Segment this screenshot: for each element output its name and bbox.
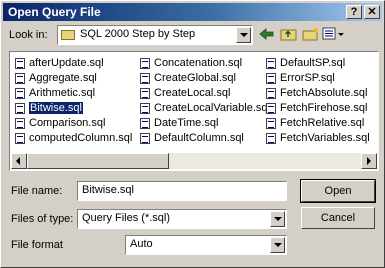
file-list[interactable]: afterUpdate.sql Aggregate.sql Arithmetic.s… xyxy=(9,51,379,171)
sql-file-icon xyxy=(140,118,150,129)
new-folder-icon[interactable] xyxy=(301,25,321,43)
up-folder-icon[interactable] xyxy=(279,25,299,43)
scroll-right-button[interactable] xyxy=(361,153,377,169)
folder-icon xyxy=(61,30,75,40)
help-icon: ? xyxy=(350,6,358,18)
file-item-label: Comparison.sql xyxy=(29,117,106,129)
sql-file-icon xyxy=(140,133,150,144)
file-item-label: Bitwise.sql xyxy=(29,102,83,114)
look-in-dropdown-button[interactable] xyxy=(236,27,251,43)
scroll-thumb[interactable] xyxy=(27,153,169,169)
files-of-type-value: Query Files (*.sql) xyxy=(82,212,171,224)
open-query-file-dialog: Open Query File ? ✕ Look in: SQL 2000 St… xyxy=(0,0,385,268)
sql-file-icon xyxy=(266,58,276,69)
sql-file-icon xyxy=(15,58,25,69)
files-of-type-combo[interactable]: Query Files (*.sql) xyxy=(77,209,287,229)
cancel-button[interactable]: Cancel xyxy=(301,207,375,229)
file-item-label: FetchAbsolute.sql xyxy=(280,87,368,99)
sql-file-icon xyxy=(266,133,276,144)
file-item[interactable]: computedColumn.sql xyxy=(13,131,132,146)
file-item-label: DefaultSP.sql xyxy=(280,57,346,69)
scroll-left-icon xyxy=(16,157,20,165)
file-name-value: Bitwise.sql xyxy=(82,184,134,196)
file-item[interactable]: DefaultColumn.sql xyxy=(138,131,270,146)
sql-file-icon xyxy=(266,103,276,114)
file-item-label: CreateLocal.sql xyxy=(154,87,231,99)
file-item-label: DefaultColumn.sql xyxy=(154,132,244,144)
file-format-value: Auto xyxy=(130,238,153,250)
look-in-label: Look in: xyxy=(9,29,48,41)
close-button[interactable]: ✕ xyxy=(364,5,380,19)
file-item-label: ErrorSP.sql xyxy=(280,72,335,84)
look-in-combo[interactable]: SQL 2000 Step by Step xyxy=(57,25,253,45)
open-button-label: Open xyxy=(324,185,352,197)
file-item[interactable]: FetchFirehose.sql xyxy=(264,101,370,116)
file-name-input[interactable]: Bitwise.sql xyxy=(77,181,287,201)
horizontal-scrollbar[interactable] xyxy=(11,153,377,169)
help-button[interactable]: ? xyxy=(346,5,362,19)
file-item[interactable]: Aggregate.sql xyxy=(13,71,132,86)
sql-file-icon xyxy=(15,133,25,144)
sql-file-icon xyxy=(266,88,276,99)
file-item-label: computedColumn.sql xyxy=(29,132,133,144)
sql-file-icon xyxy=(140,88,150,99)
cancel-button-label: Cancel xyxy=(320,212,356,224)
file-item-label: CreateGlobal.sql xyxy=(154,72,236,84)
file-item[interactable]: CreateLocalVariable.sql xyxy=(138,101,270,116)
file-item[interactable]: afterUpdate.sql xyxy=(13,56,132,71)
file-item-label: Arithmetic.sql xyxy=(29,87,96,99)
window-title: Open Query File xyxy=(8,5,101,19)
file-item[interactable]: DefaultSP.sql xyxy=(264,56,370,71)
file-item[interactable]: FetchVariables.sql xyxy=(264,131,370,146)
back-arrow-icon[interactable] xyxy=(257,25,277,43)
file-item-label: Aggregate.sql xyxy=(29,72,97,84)
file-item[interactable]: Bitwise.sql xyxy=(13,101,132,116)
sql-file-icon xyxy=(15,118,25,129)
sql-file-icon xyxy=(15,103,25,114)
file-item[interactable]: DateTime.sql xyxy=(138,116,270,131)
sql-file-icon xyxy=(140,73,150,84)
files-of-type-dropdown-button[interactable] xyxy=(270,211,285,227)
file-column-1: afterUpdate.sql Aggregate.sql Arithmetic.s… xyxy=(13,56,132,146)
file-name-label: File name: xyxy=(11,185,63,197)
file-item[interactable]: FetchAbsolute.sql xyxy=(264,86,370,101)
file-column-2: Concatenation.sql CreateGlobal.sql CreateL… xyxy=(138,56,270,146)
sql-file-icon xyxy=(15,88,25,99)
file-item[interactable]: CreateLocal.sql xyxy=(138,86,270,101)
file-item[interactable]: Comparison.sql xyxy=(13,116,132,131)
file-item[interactable]: CreateGlobal.sql xyxy=(138,71,270,86)
file-item[interactable]: FetchRelative.sql xyxy=(264,116,370,131)
scroll-left-button[interactable] xyxy=(11,153,27,169)
scroll-right-icon xyxy=(367,157,371,165)
file-column-3: DefaultSP.sql ErrorSP.sql FetchAbsolute.sq… xyxy=(264,56,370,146)
files-of-type-label: Files of type: xyxy=(11,213,74,225)
file-item-label: FetchRelative.sql xyxy=(280,117,365,129)
file-item-label: FetchVariables.sql xyxy=(280,132,370,144)
file-item[interactable]: Arithmetic.sql xyxy=(13,86,132,101)
file-format-label: File format xyxy=(11,239,63,251)
file-item[interactable]: ErrorSP.sql xyxy=(264,71,370,86)
file-item-label: afterUpdate.sql xyxy=(29,57,104,69)
file-item-label: DateTime.sql xyxy=(154,117,219,129)
sql-file-icon xyxy=(266,73,276,84)
file-item-label: CreateLocalVariable.sql xyxy=(154,102,270,114)
look-in-value: SQL 2000 Step by Step xyxy=(80,28,196,40)
file-item[interactable]: Concatenation.sql xyxy=(138,56,270,71)
title-bar[interactable]: Open Query File ? ✕ xyxy=(3,3,382,21)
views-menu-icon[interactable] xyxy=(321,25,347,43)
file-item-label: FetchFirehose.sql xyxy=(280,102,368,114)
open-button[interactable]: Open xyxy=(300,179,376,203)
sql-file-icon xyxy=(15,73,25,84)
sql-file-icon xyxy=(140,58,150,69)
sql-file-icon xyxy=(266,118,276,129)
close-icon: ✕ xyxy=(367,6,377,18)
file-format-combo[interactable]: Auto xyxy=(125,235,287,255)
file-item-label: Concatenation.sql xyxy=(154,57,243,69)
file-format-dropdown-button[interactable] xyxy=(270,237,285,253)
sql-file-icon xyxy=(140,103,150,114)
